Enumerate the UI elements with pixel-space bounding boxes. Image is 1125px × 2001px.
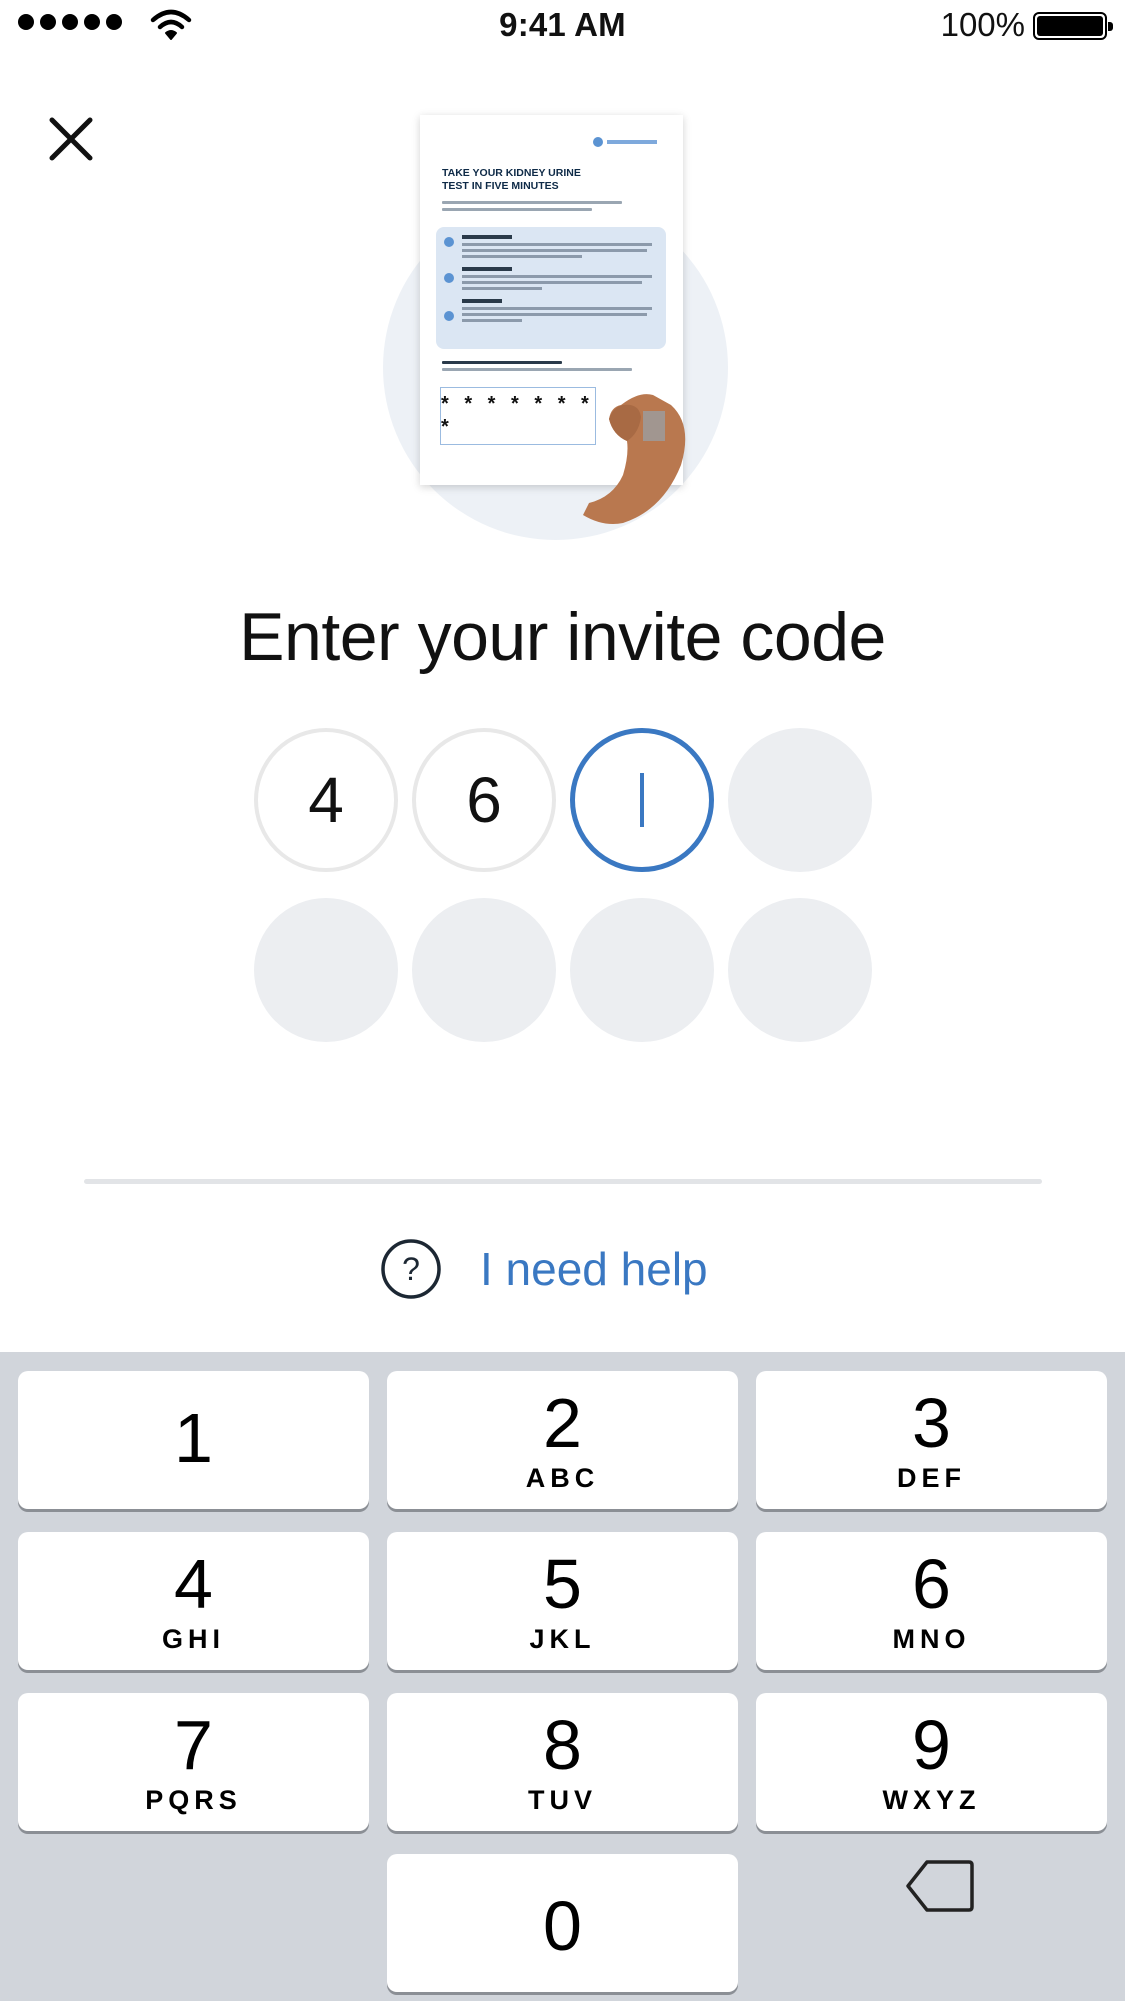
key-3[interactable]: 3 DEF [756, 1371, 1107, 1509]
key-number: 2 [543, 1383, 582, 1462]
question-circle-icon: ? [381, 1239, 441, 1299]
key-7[interactable]: 7 PQRS [18, 1693, 369, 1831]
help-label: I need help [480, 1243, 708, 1295]
page-title: Enter your invite code [239, 599, 886, 675]
hand-image [583, 394, 686, 524]
key-number: 3 [912, 1383, 951, 1462]
key-letters: TUV [528, 1784, 597, 1815]
close-button[interactable] [46, 114, 96, 164]
code-digit[interactable] [254, 898, 398, 1042]
code-digit[interactable] [728, 898, 872, 1042]
code-digit-active[interactable] [570, 728, 714, 872]
battery-icon [1033, 12, 1113, 40]
key-letters: MNO [892, 1623, 971, 1654]
key-8[interactable]: 8 TUV [387, 1693, 738, 1831]
battery-percent: 100% [940, 6, 1025, 43]
key-number: 7 [174, 1705, 213, 1784]
text-cursor [640, 773, 644, 827]
key-number: 4 [174, 1544, 213, 1623]
card-steps [436, 227, 666, 349]
help-link[interactable]: ? I need help [380, 1238, 708, 1300]
key-5[interactable]: 5 JKL [387, 1532, 738, 1670]
invite-code-field[interactable]: 4 6 [254, 728, 872, 1042]
key-0[interactable]: 0 [387, 1854, 738, 1992]
key-letters: WXYZ [882, 1784, 981, 1815]
code-digit[interactable]: 6 [412, 728, 556, 872]
key-1[interactable]: 1 [18, 1371, 369, 1509]
key-number: 9 [912, 1705, 951, 1784]
backspace-button[interactable] [905, 1858, 975, 1919]
card-title: TAKE YOUR KIDNEY URINE TEST IN FIVE MINU… [442, 167, 581, 192]
code-digit[interactable]: 4 [254, 728, 398, 872]
key-number: 5 [543, 1544, 582, 1623]
svg-text:?: ? [402, 1251, 420, 1287]
key-9[interactable]: 9 WXYZ [756, 1693, 1107, 1831]
invite-card-illustration: TAKE YOUR KIDNEY URINE TEST IN FIVE MINU… [383, 115, 728, 540]
key-letters: DEF [897, 1462, 966, 1493]
key-6[interactable]: 6 MNO [756, 1532, 1107, 1670]
backspace-icon [906, 1860, 974, 1912]
key-number: 1 [174, 1399, 213, 1477]
divider [84, 1179, 1042, 1184]
kidney-logo [593, 133, 665, 147]
code-digit-value: 6 [466, 764, 502, 836]
key-number: 6 [912, 1544, 951, 1623]
key-number: 8 [543, 1705, 582, 1784]
card-intro-text [442, 201, 642, 215]
code-digit-value: 4 [308, 764, 344, 836]
key-letters: ABC [525, 1462, 600, 1493]
key-letters: JKL [529, 1623, 596, 1654]
key-2[interactable]: 2 ABC [387, 1371, 738, 1509]
code-digit[interactable] [412, 898, 556, 1042]
code-digit[interactable] [570, 898, 714, 1042]
code-digit[interactable] [728, 728, 872, 872]
status-bar: 9:41 AM 100% [0, 0, 1125, 52]
key-number: 0 [543, 1887, 582, 1965]
close-icon [49, 117, 93, 161]
key-letters: PQRS [145, 1784, 242, 1815]
key-4[interactable]: 4 GHI [18, 1532, 369, 1670]
key-letters: GHI [161, 1623, 225, 1654]
